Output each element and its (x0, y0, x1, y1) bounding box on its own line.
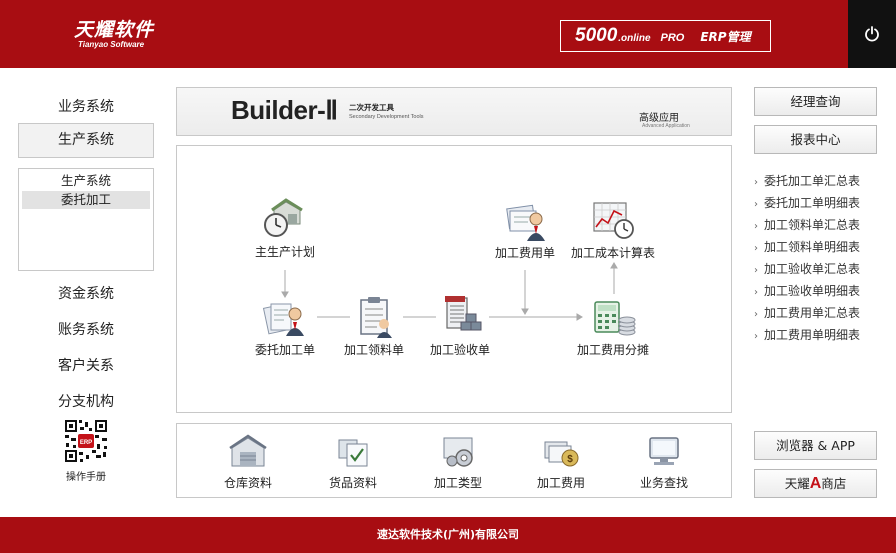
power-button[interactable] (848, 0, 896, 68)
node-master-production-plan[interactable]: 主生产计划 (245, 196, 325, 260)
builder-banner[interactable]: Builder-Ⅱ 二次开发工具 Secondary Development T… (176, 87, 732, 136)
tianyao-logo: 天耀软件 Tianyao Software (74, 20, 154, 50)
power-icon (865, 26, 879, 42)
acceptance-icon (445, 296, 482, 331)
chevron-right-icon: › (754, 287, 758, 298)
builder-subtitle-cn: 二次开发工具 (349, 103, 394, 112)
advanced-app-en: Advanced Application (642, 123, 690, 129)
builder-title: Builder-Ⅱ (231, 95, 338, 125)
chevron-right-icon: › (754, 243, 758, 254)
nav-branch-office[interactable]: 分支机构 (18, 391, 154, 411)
outsource-order-icon (262, 303, 304, 336)
shortcut-warehouse[interactable]: 仓库资料 (203, 434, 293, 491)
process-flow-panel: 主生产计划 委托加工单 加工领料单 加工验收单 加工费用单 加工成本计算表 加工… (176, 145, 732, 413)
product-name-box: 5000 .online PRO ERP管理 (560, 20, 771, 52)
report-link[interactable]: › 委托加工单明细表 (754, 193, 860, 215)
report-link[interactable]: › 加工费用单明细表 (754, 325, 860, 347)
chevron-right-icon: › (754, 199, 758, 210)
shortcut-label: 货品资料 (328, 476, 377, 490)
warehouse-icon (229, 434, 267, 467)
shortcut-goods[interactable]: 货品资料 (308, 434, 398, 491)
goods-icon (338, 439, 368, 467)
store-prefix: 天耀 (784, 476, 810, 491)
report-link[interactable]: › 加工领料单明细表 (754, 237, 860, 259)
report-link[interactable]: › 加工验收单汇总表 (754, 259, 860, 281)
shortcut-business-search[interactable]: 业务查找 (619, 434, 709, 491)
store-a-logo: A (809, 475, 822, 492)
chevron-right-icon: › (754, 265, 758, 276)
footer-company: 速达软件技术(广州)有限公司 (376, 528, 520, 541)
product-erp: ERP管理 (700, 30, 751, 44)
business-search-icon (649, 437, 679, 465)
header-bar: 天耀软件 Tianyao Software 5000 .online PRO E… (0, 0, 896, 68)
shortcut-label: 加工类型 (433, 476, 482, 490)
nav-business-system[interactable]: 业务系统 (18, 96, 154, 116)
store-suffix: 商店 (821, 476, 847, 491)
product-number: 5000 (575, 25, 618, 46)
browser-app-button[interactable]: 浏览器 & APP (754, 431, 877, 460)
chevron-right-icon: › (754, 221, 758, 232)
svg-text:$: $ (567, 454, 573, 465)
logo-sub-text: Tianyao Software (78, 40, 145, 49)
sub-item-outsourced-processing[interactable]: 委托加工 (22, 191, 150, 209)
production-plan-icon (264, 198, 303, 237)
logo-main-text: 天耀软件 (74, 19, 155, 41)
nav-funds-system[interactable]: 资金系统 (18, 283, 154, 303)
node-acceptance[interactable]: 加工验收单 (420, 294, 500, 358)
fee-allocation-icon (594, 301, 636, 336)
report-link[interactable]: › 加工领料单汇总表 (754, 215, 860, 237)
nav-accounting-system[interactable]: 账务系统 (18, 319, 154, 339)
node-processing-fee[interactable]: 加工费用单 (485, 199, 565, 261)
nav-production-system[interactable]: 生产系统 (18, 123, 154, 158)
node-label: 加工费用单 (494, 246, 555, 260)
node-fee-allocation[interactable]: 加工费用分摊 (565, 296, 661, 358)
nav-customer-relations[interactable]: 客户关系 (18, 355, 154, 375)
product-online: .online (618, 33, 651, 44)
shortcut-label: 加工费用 (536, 476, 585, 490)
shortcuts-panel: 仓库资料 货品资料 加工类型 $ 加工费用 业务查找 (176, 423, 732, 498)
sub-menu-panel: 生产系统 委托加工 (18, 168, 154, 271)
node-outsource-order[interactable]: 委托加工单 (245, 298, 325, 358)
fee-icon: $ (544, 441, 579, 467)
processing-type-icon (443, 437, 473, 467)
chevron-right-icon: › (754, 177, 758, 188)
report-link[interactable]: › 加工验收单明细表 (754, 281, 860, 303)
tianyao-store-button[interactable]: 天耀A商店 (754, 469, 877, 498)
advanced-app-label: 高级应用 (639, 113, 679, 124)
report-center-button[interactable]: 报表中心 (754, 125, 877, 154)
report-link[interactable]: › 委托加工单汇总表 (754, 171, 860, 193)
node-cost-calculation[interactable]: 加工成本计算表 (563, 199, 663, 261)
node-label: 加工成本计算表 (570, 246, 655, 260)
manual-label[interactable]: 操作手册 (46, 468, 126, 483)
node-material-requisition[interactable]: 加工领料单 (334, 296, 414, 358)
report-link[interactable]: › 加工费用单汇总表 (754, 303, 860, 325)
cost-calculation-icon (593, 202, 634, 239)
chevron-right-icon: › (754, 331, 758, 342)
node-label: 加工费用分摊 (576, 343, 649, 357)
flow-connectors (281, 262, 618, 321)
footer-bar: 速达软件技术(广州)有限公司 (0, 517, 896, 553)
node-label: 委托加工单 (254, 343, 315, 357)
builder-subtitle-en: Secondary Development Tools (349, 114, 424, 120)
shortcut-processing-type[interactable]: 加工类型 (413, 434, 503, 491)
builder-subtitle: 二次开发工具 Secondary Development Tools (349, 102, 424, 120)
node-label: 主生产计划 (254, 245, 315, 259)
shortcut-label: 业务查找 (639, 476, 688, 490)
processing-fee-icon (506, 204, 545, 241)
shortcut-fee[interactable]: $ 加工费用 (516, 434, 606, 491)
svg-text:ERP: ERP (80, 440, 92, 446)
qr-code-icon[interactable]: ERP (64, 419, 108, 463)
product-pro: PRO (660, 32, 685, 44)
sub-item-production-system[interactable]: 生产系统 (22, 172, 150, 190)
manager-query-button[interactable]: 经理查询 (754, 87, 877, 116)
material-requisition-icon (360, 297, 392, 338)
chevron-right-icon: › (754, 309, 758, 320)
node-label: 加工验收单 (429, 343, 490, 357)
node-label: 加工领料单 (343, 343, 404, 357)
shortcut-label: 仓库资料 (223, 476, 272, 490)
report-list: › 委托加工单汇总表 › 委托加工单明细表 › 加工领料单汇总表 › 加工领料单明细表 … (754, 171, 860, 347)
